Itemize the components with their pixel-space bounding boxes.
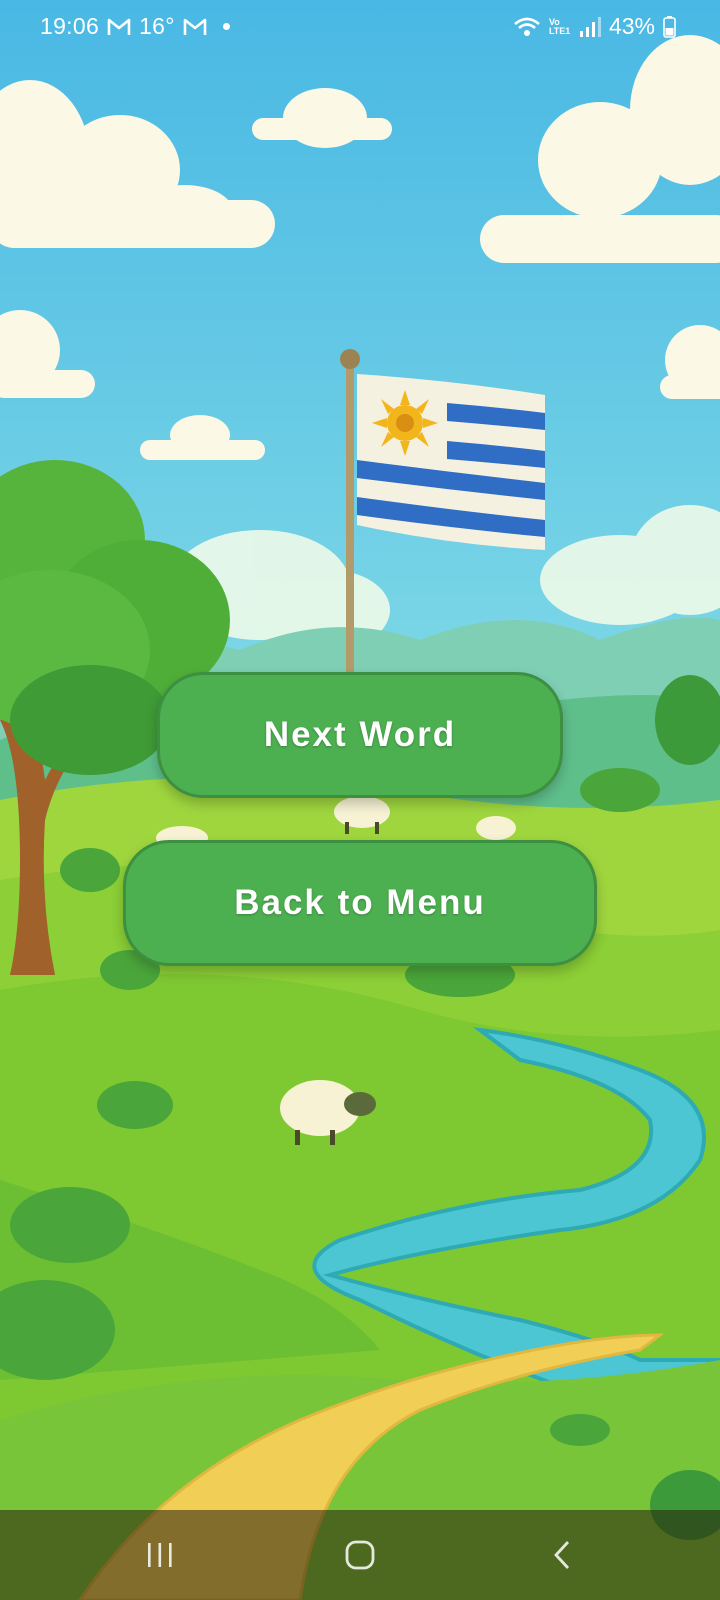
notification-dot-icon	[222, 23, 230, 30]
status-bar: 19:06 16° Vo LTE1 43%	[0, 0, 720, 54]
clock: 19:06	[40, 13, 100, 39]
app-screen: 19:06 16° Vo LTE1 43% Next Word Back to …	[0, 0, 720, 1600]
back-to-menu-button[interactable]: Back to Menu	[123, 840, 597, 966]
gmail-icon	[183, 18, 207, 35]
recent-apps-button[interactable]	[130, 1532, 190, 1578]
landscape-illustration	[0, 0, 720, 1600]
battery-icon	[663, 15, 676, 38]
home-button[interactable]	[330, 1532, 390, 1578]
next-word-button[interactable]: Next Word	[157, 672, 563, 798]
back-button[interactable]	[532, 1532, 592, 1578]
gmail-icon	[107, 18, 131, 35]
back-icon	[554, 1541, 570, 1569]
signal-icon	[579, 16, 601, 37]
status-left: 19:06 16°	[40, 13, 230, 40]
battery-percent: 43%	[608, 13, 655, 39]
wifi-icon	[514, 17, 540, 36]
status-right: Vo LTE1 43%	[513, 13, 676, 40]
lte-icon: Vo LTE1	[548, 16, 571, 36]
sheep-icon	[476, 816, 516, 840]
temperature: 16°	[139, 13, 175, 39]
navigation-bar	[0, 1510, 720, 1600]
recent-apps-icon	[148, 1543, 172, 1567]
home-icon	[345, 1540, 375, 1570]
